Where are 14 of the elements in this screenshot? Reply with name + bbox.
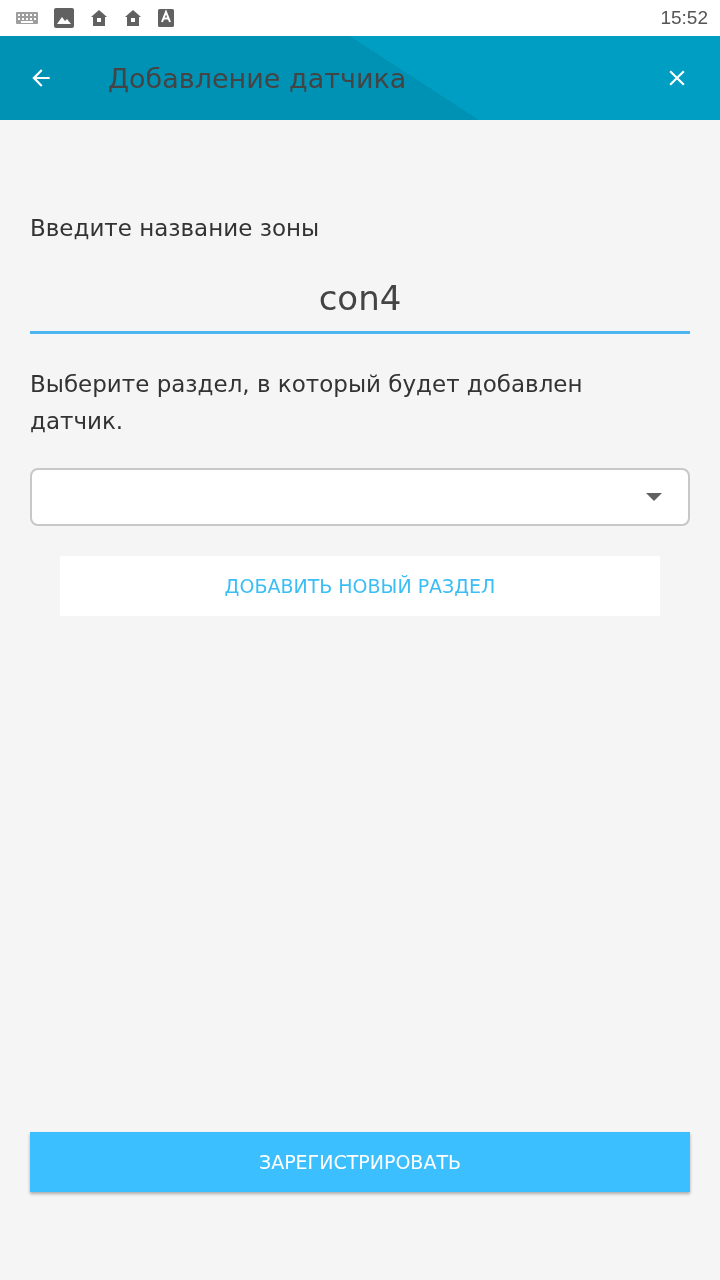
dropdown-caret-icon	[646, 493, 662, 501]
section-dropdown[interactable]	[30, 468, 690, 526]
image-icon	[54, 8, 74, 28]
home-icon	[124, 9, 142, 27]
font-icon	[158, 9, 174, 27]
keyboard-icon	[16, 11, 38, 25]
zone-name-input[interactable]: con4	[30, 265, 690, 334]
home-icon	[90, 9, 108, 27]
add-section-button[interactable]: ДОБАВИТЬ НОВЫЙ РАЗДЕЛ	[60, 556, 660, 616]
clock: 15:52	[660, 7, 708, 29]
register-button[interactable]: ЗАРЕГИСТРИРОВАТЬ	[30, 1132, 690, 1192]
section-label: Выберите раздел, в который будет добавлен датчик.	[30, 370, 584, 436]
screen-title: Добавление датчика	[108, 62, 408, 94]
zone-name-label: Введите название зоны	[30, 214, 321, 243]
